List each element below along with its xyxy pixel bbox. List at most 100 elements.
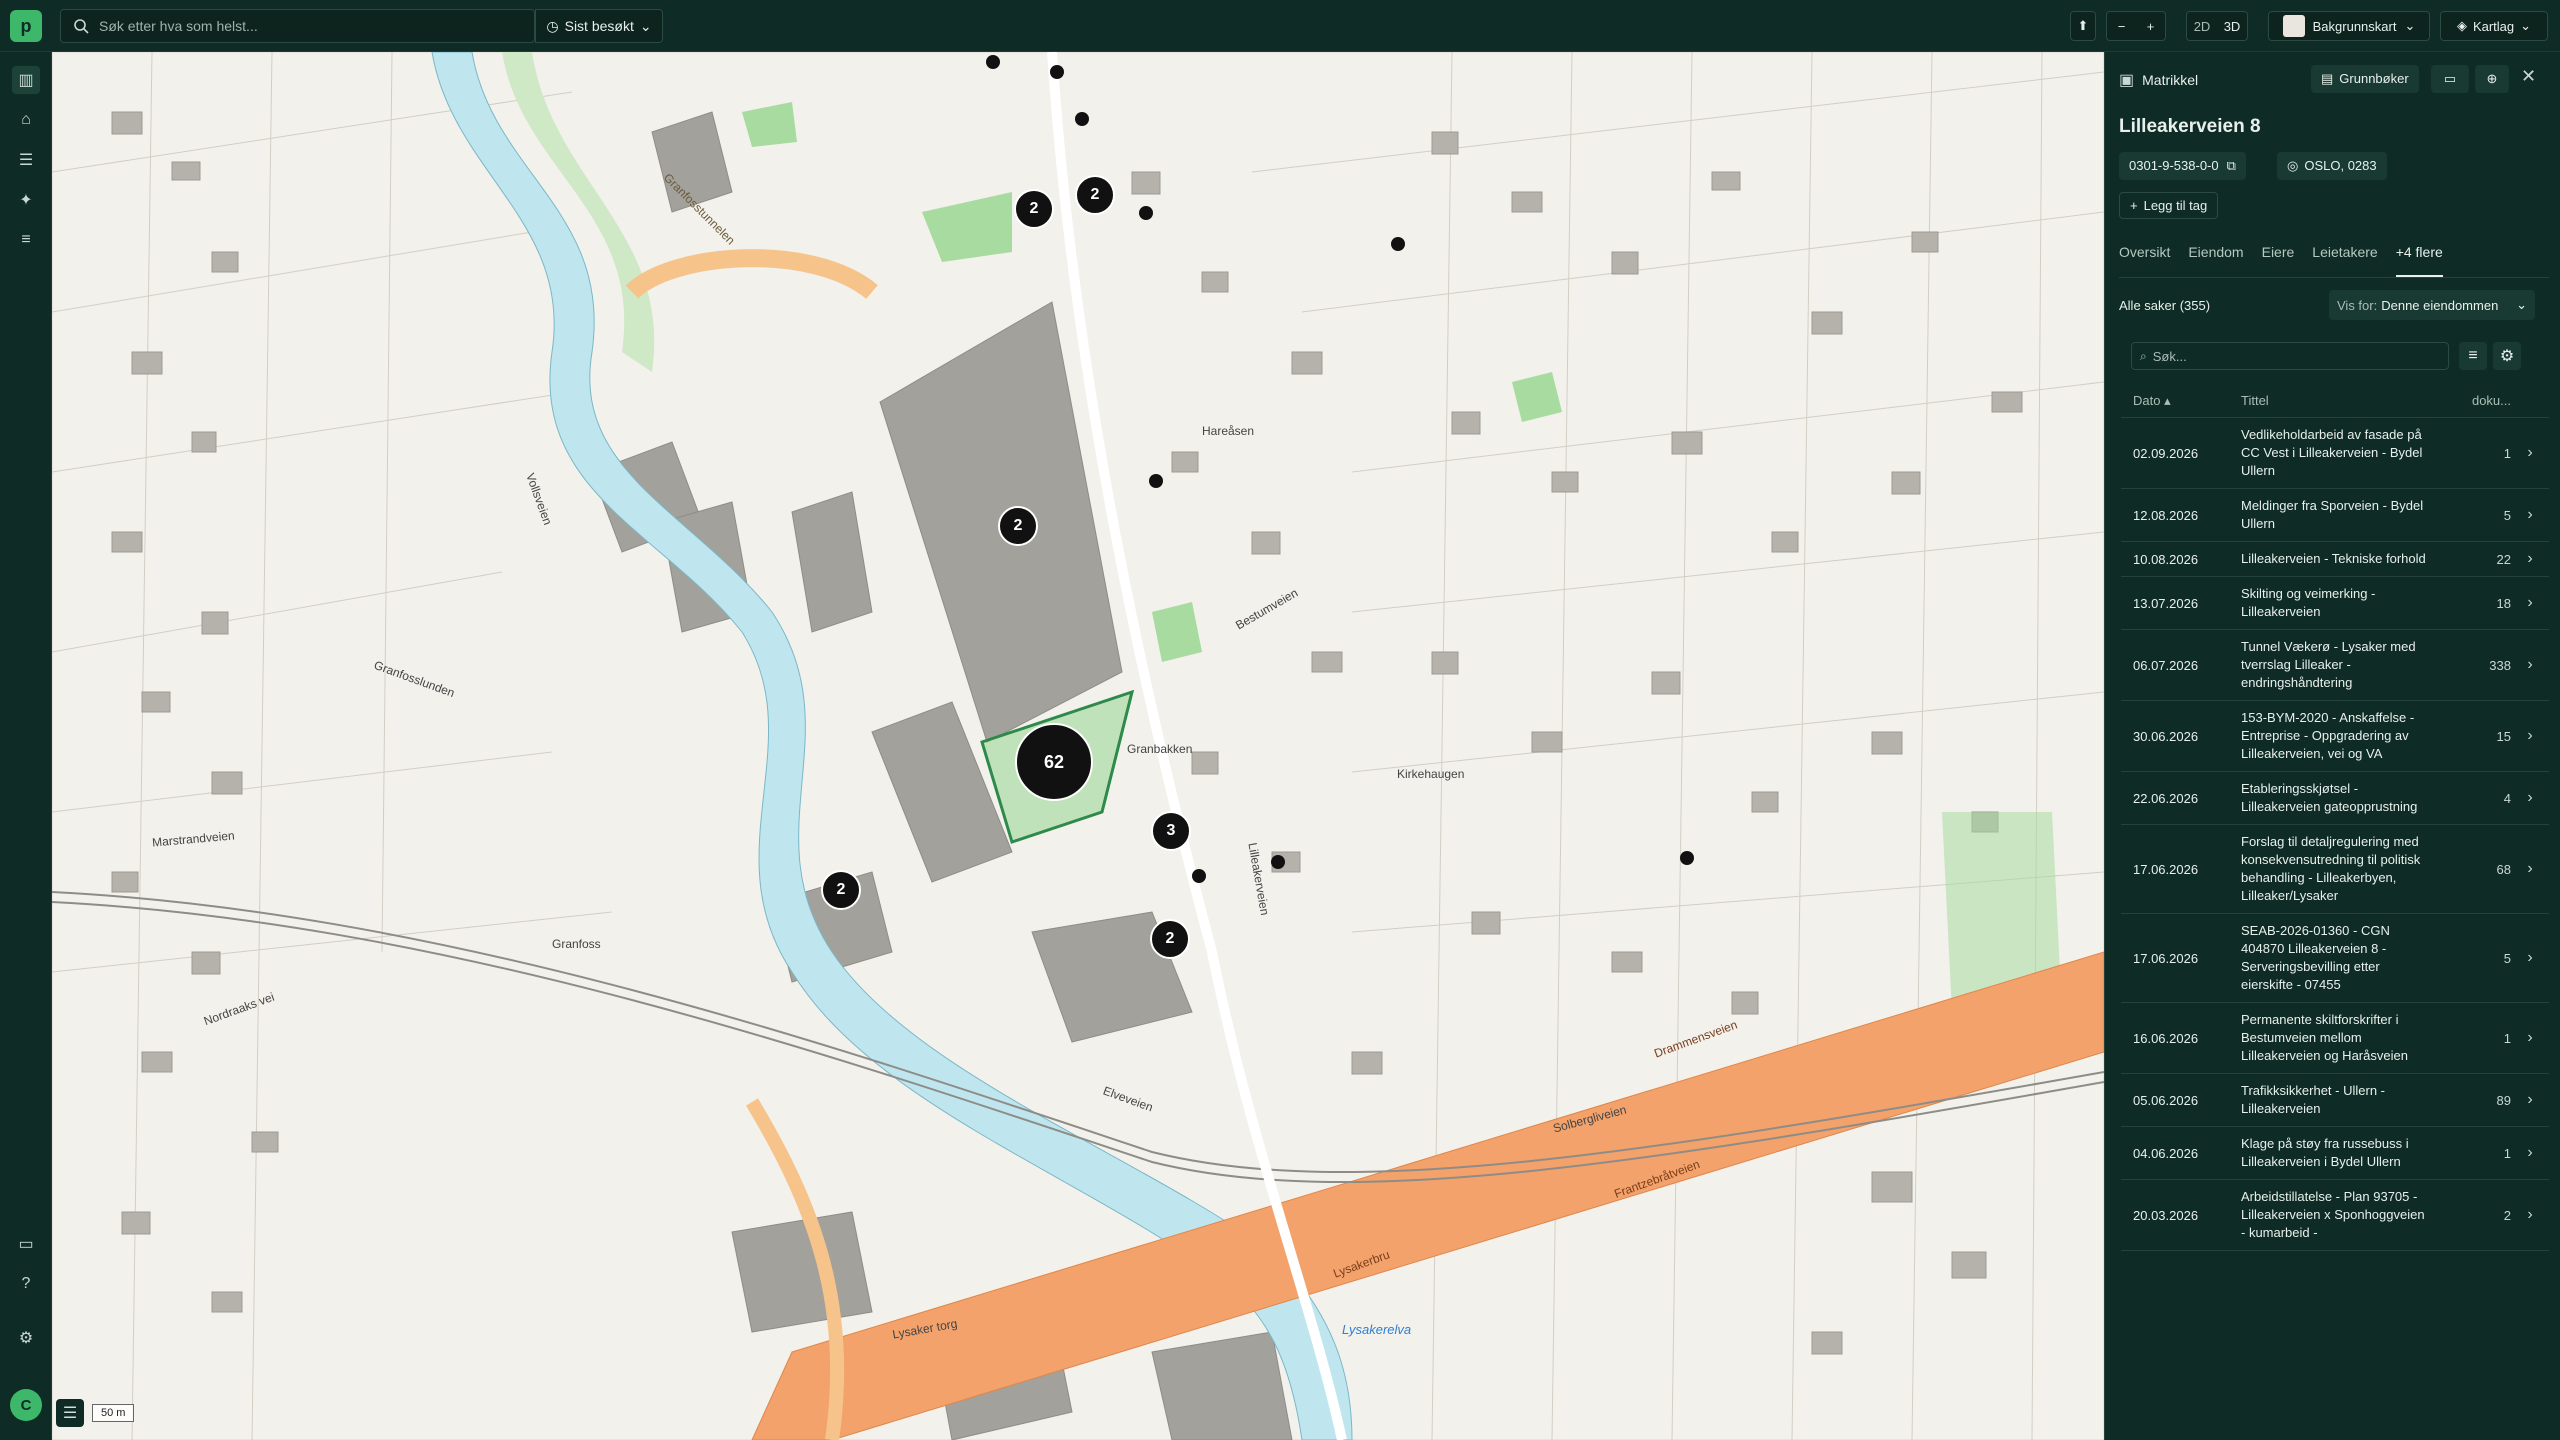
row-date: 30.06.2026 [2133, 728, 2199, 744]
help-icon[interactable]: ? [12, 1270, 40, 1298]
table-row[interactable]: 10.08.2026 Lilleakerveien - Tekniske forh… [2121, 542, 2549, 577]
col-documents[interactable]: doku... [2431, 393, 2511, 408]
cluster-count[interactable]: 62 [1024, 752, 1084, 773]
cluster-count[interactable]: 2 [1078, 186, 1112, 204]
table-row[interactable]: 30.06.2026 153-BYM-2020 - Anskaffelse - E… [2121, 701, 2549, 772]
map-view-icon[interactable]: ▥ [12, 66, 40, 94]
clock-icon: ◷ [546, 17, 559, 34]
table-row[interactable]: 22.06.2026 Etableringsskjøtsel - Lilleake… [2121, 772, 2549, 825]
cluster-count[interactable]: 2 [824, 881, 858, 899]
row-title: Arbeidstillatelse - Plan 93705 - Lilleak… [2241, 1189, 2425, 1240]
row-date: 12.08.2026 [2133, 507, 2199, 523]
recent-dropdown[interactable]: ◷ Sist besøkt ⌄ [535, 9, 663, 43]
map-canvas[interactable]: 2 2 2 62 3 2 2 Granfosstunnelen Granfoss… [52, 52, 2104, 1440]
chevron-right-icon: › [2527, 789, 2533, 806]
row-date: 17.06.2026 [2133, 861, 2199, 877]
cluster-count[interactable]: 3 [1154, 822, 1188, 840]
map-svg [52, 52, 2104, 1440]
filter-icon[interactable]: ≡ [12, 226, 40, 254]
background-map-dropdown[interactable]: Bakgrunnskart ⌄ [2268, 11, 2430, 41]
table-row[interactable]: 04.06.2026 Klage på støy fra russebuss i … [2121, 1127, 2549, 1180]
row-date: 17.06.2026 [2133, 950, 2199, 966]
close-icon[interactable]: ✕ [2521, 66, 2536, 87]
add-tag-label: Legg til tag [2143, 198, 2208, 213]
search-icon: ⌕ [2140, 348, 2147, 363]
table-row[interactable]: 05.06.2026 Trafikksikkerhet - Ullern - Li… [2121, 1074, 2549, 1127]
matrikkel-icon: ▣ [2119, 72, 2135, 89]
chevron-right-icon: › [2527, 444, 2533, 461]
matrikkel-id-pill[interactable]: 0301-9-538-0-0 ⧉ [2119, 152, 2246, 180]
table-row[interactable]: 17.06.2026 SEAB-2026-01360 - CGN 404870 L… [2121, 914, 2549, 1003]
tag-icon[interactable]: ⌂ [12, 106, 40, 134]
recent-label: Sist besøkt [564, 18, 634, 34]
tab-leietakere[interactable]: Leietakere [2312, 244, 2377, 277]
matrikkel-id: 0301-9-538-0-0 [2129, 158, 2219, 173]
col-date[interactable]: Dato ▴ [2121, 393, 2241, 409]
map-layers-label: Kartlag [2472, 18, 2515, 34]
table-row[interactable]: 20.03.2026 Arbeidstillatelse - Plan 93705… [2121, 1180, 2549, 1251]
add-tag-button[interactable]: + Legg til tag [2119, 192, 2219, 219]
plus-circle-icon: ⊕ [2486, 71, 2498, 86]
cluster-count[interactable]: 2 [1017, 200, 1051, 218]
cases-table-header: Dato ▴ Tittel doku... [2121, 384, 2549, 418]
plus-icon: + [2130, 198, 2138, 213]
settings-button[interactable]: ⚙ [2493, 342, 2521, 370]
compass-icon: ⬆ [2077, 18, 2089, 33]
search-input[interactable]: Søk etter hva som helst... [60, 9, 535, 43]
row-date: 20.03.2026 [2133, 1207, 2199, 1223]
section-label: Matrikkel [2142, 72, 2199, 88]
chevron-right-icon: › [2527, 1206, 2533, 1223]
map-layers-dropdown[interactable]: ◈ Kartlag ⌄ [2440, 11, 2548, 41]
table-row[interactable]: 16.06.2026 Permanente skiltforskrifter i … [2121, 1003, 2549, 1074]
view-2d-button[interactable]: 2D [2194, 19, 2211, 34]
tab-oversikt[interactable]: Oversikt [2119, 244, 2170, 277]
zoom-controls: − + [2106, 11, 2166, 41]
search-icon [74, 19, 89, 34]
row-count: 18 [2496, 595, 2511, 611]
chevron-down-icon: ⌄ [2516, 297, 2527, 312]
row-title: Etableringsskjøtsel - Lilleakerveien gat… [2241, 781, 2418, 814]
filter-button[interactable]: ≡ [2459, 342, 2487, 370]
panel-header: ▣ Matrikkel [2119, 70, 2198, 90]
row-count: 1 [2503, 1145, 2511, 1161]
map-thumbnail-icon [2282, 15, 2305, 37]
zoom-out-button[interactable]: − [2118, 19, 2126, 34]
row-date: 22.06.2026 [2133, 790, 2199, 806]
cluster-count[interactable]: 2 [1153, 930, 1187, 948]
cases-search-input[interactable]: ⌕ Søk... [2131, 342, 2449, 370]
col-title[interactable]: Tittel [2241, 393, 2431, 408]
report-button[interactable]: ▭ [2431, 65, 2469, 93]
tab-eiere[interactable]: Eiere [2262, 244, 2295, 277]
chat-icon[interactable]: ▭ [12, 1230, 40, 1258]
table-row[interactable]: 17.06.2026 Forslag til detaljregulering m… [2121, 825, 2549, 914]
table-row[interactable]: 13.07.2026 Skilting og veimerking - Lille… [2121, 577, 2549, 630]
search-placeholder: Søk etter hva som helst... [99, 18, 258, 34]
compass-button[interactable]: ⬆ [2070, 11, 2096, 41]
zoom-in-button[interactable]: + [2147, 19, 2155, 34]
view-3d-button[interactable]: 3D [2224, 19, 2241, 34]
row-title: Skilting og veimerking - Lilleakerveien [2241, 586, 2376, 619]
col-date-label: Dato [2133, 392, 2161, 408]
view-for-dropdown[interactable]: Vis for: Denne eiendommen ⌄ [2329, 290, 2535, 320]
cases-table: 02.09.2026 Vedlikeholdarbeid av fasade på… [2121, 418, 2549, 1251]
row-title: 153-BYM-2020 - Anskaffelse - Entreprise … [2241, 710, 2415, 761]
settings-icon[interactable]: ⚙ [12, 1324, 40, 1352]
view-mode-toggle: 2D 3D [2186, 11, 2248, 41]
chevron-right-icon: › [2527, 656, 2533, 673]
ai-sparkle-icon[interactable]: ✦ [12, 186, 40, 214]
place-label: Kirkehaugen [1397, 767, 1465, 781]
tab-eiendom[interactable]: Eiendom [2188, 244, 2243, 277]
grunnboker-button[interactable]: ▤ Grunnbøker [2311, 65, 2419, 93]
list-icon[interactable]: ☰ [12, 146, 40, 174]
tab-more[interactable]: +4 flere [2395, 244, 2443, 277]
table-row[interactable]: 02.09.2026 Vedlikeholdarbeid av fasade på… [2121, 418, 2549, 489]
row-title: Tunnel Vækerø - Lysaker med tverrslag Li… [2241, 639, 2416, 690]
table-row[interactable]: 12.08.2026 Meldinger fra Sporveien - Byde… [2121, 489, 2549, 542]
app-logo[interactable]: p [10, 10, 42, 42]
add-button[interactable]: ⊕ [2475, 65, 2509, 93]
user-avatar[interactable]: C [10, 1389, 42, 1421]
table-row[interactable]: 06.07.2026 Tunnel Vækerø - Lysaker med tv… [2121, 630, 2549, 701]
cases-count: Alle saker (355) [2119, 298, 2211, 313]
cluster-count[interactable]: 2 [1001, 517, 1035, 535]
legend-icon[interactable]: ☰ [56, 1399, 84, 1427]
